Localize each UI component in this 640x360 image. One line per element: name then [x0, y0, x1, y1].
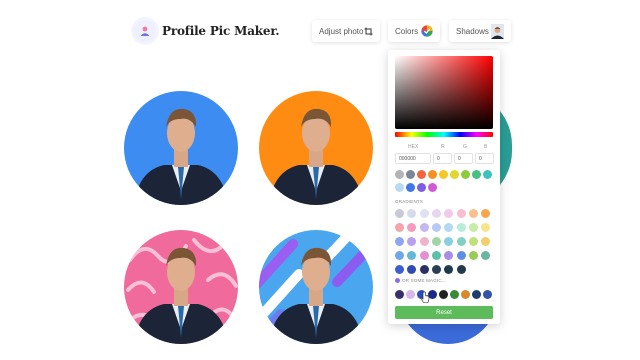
shadows-label: Shadows — [456, 26, 489, 36]
pointer-hand-icon — [420, 291, 430, 309]
color-swatch[interactable] — [450, 170, 459, 179]
gradient-swatch[interactable] — [431, 209, 441, 218]
gradient-swatch[interactable] — [481, 223, 491, 232]
gradient-swatch[interactable] — [419, 251, 429, 260]
magic-swatch[interactable] — [439, 290, 448, 299]
shadows-button[interactable]: Shadows — [449, 20, 511, 42]
person-photo — [134, 108, 228, 205]
magic-swatch[interactable] — [395, 290, 404, 299]
gradient-swatch[interactable] — [419, 237, 429, 246]
r-header: R — [441, 144, 445, 150]
gradient-swatch[interactable] — [444, 265, 454, 274]
color-swatch[interactable] — [417, 183, 426, 192]
portrait-blue-background[interactable] — [124, 91, 238, 205]
magic-label: OR SOME MAGIC... — [402, 278, 447, 283]
gradient-swatch[interactable] — [456, 265, 466, 274]
gradient-swatch[interactable] — [395, 237, 404, 246]
colors-button[interactable]: Colors — [388, 20, 440, 42]
reset-button[interactable]: Reset — [395, 306, 493, 319]
gradient-swatch[interactable] — [456, 237, 466, 246]
color-swatch[interactable] — [428, 183, 437, 192]
gradient-swatch[interactable] — [468, 251, 478, 260]
gradient-swatch[interactable] — [468, 209, 478, 218]
gradient-swatch[interactable] — [456, 209, 466, 218]
adjust-photo-label: Adjust photo — [319, 26, 364, 36]
app-page: Profile Pic Maker. Adjust photo Colors S… — [0, 0, 640, 360]
gradients-label: GRADIENTS — [395, 199, 424, 204]
b-input[interactable]: 0 — [475, 153, 494, 164]
hex-header: HEX — [408, 144, 419, 150]
color-swatch[interactable] — [483, 170, 492, 179]
magic-swatch[interactable] — [461, 290, 470, 299]
color-swatch[interactable] — [461, 170, 470, 179]
crop-icon — [364, 27, 373, 36]
gradient-swatch[interactable] — [395, 223, 404, 232]
gradient-swatch[interactable] — [444, 209, 454, 218]
color-swatch[interactable] — [395, 183, 404, 192]
gradient-swatch[interactable] — [481, 251, 491, 260]
portrait-pink-pattern-background[interactable] — [124, 230, 238, 344]
gradient-swatch[interactable] — [468, 223, 478, 232]
gradient-swatch[interactable] — [456, 251, 466, 260]
magic-section: OR SOME MAGIC... — [395, 278, 446, 283]
color-swatch[interactable] — [428, 170, 437, 179]
gradient-swatch[interactable] — [407, 251, 417, 260]
magic-swatch[interactable] — [450, 290, 459, 299]
gradient-swatch[interactable] — [444, 251, 454, 260]
magic-swatch[interactable] — [406, 290, 415, 299]
color-swatch[interactable] — [417, 170, 426, 179]
portrait-orange-background[interactable] — [259, 91, 373, 205]
adjust-photo-button[interactable]: Adjust photo — [312, 20, 380, 42]
color-wheel-icon — [421, 25, 433, 37]
colors-label: Colors — [395, 26, 419, 36]
gradient-swatch[interactable] — [419, 223, 429, 232]
person-photo — [259, 230, 373, 344]
magic-swatch[interactable] — [472, 290, 481, 299]
g-header: G — [463, 144, 467, 150]
color-swatch[interactable] — [472, 170, 481, 179]
avatar-logo-icon — [134, 20, 156, 42]
gradient-swatch[interactable] — [395, 265, 404, 274]
magic-swatch[interactable] — [483, 290, 492, 299]
color-swatch[interactable] — [395, 170, 404, 179]
gradient-swatch[interactable] — [407, 209, 417, 218]
brand-title: Profile Pic Maker. — [162, 24, 280, 38]
person-photo — [126, 238, 238, 344]
gradient-swatch[interactable] — [395, 209, 404, 218]
gradient-swatch[interactable] — [431, 265, 441, 274]
hue-slider[interactable] — [395, 132, 493, 137]
hex-input[interactable]: 000000 — [395, 153, 431, 164]
gradient-swatch[interactable] — [444, 237, 454, 246]
gradient-swatch[interactable] — [431, 237, 441, 246]
color-swatch[interactable] — [406, 183, 415, 192]
gradient-swatch[interactable] — [456, 223, 466, 232]
b-header: B — [484, 144, 488, 150]
color-swatch[interactable] — [406, 170, 415, 179]
saturation-value-area[interactable] — [395, 56, 493, 129]
shadow-preview-thumbnail — [491, 23, 504, 39]
gradient-swatch[interactable] — [444, 223, 454, 232]
gradient-swatch[interactable] — [481, 237, 491, 246]
magic-icon — [395, 278, 400, 283]
color-swatch[interactable] — [439, 170, 448, 179]
gradient-swatch[interactable] — [419, 209, 429, 218]
r-input[interactable]: 0 — [433, 153, 452, 164]
gradient-swatch[interactable] — [395, 251, 404, 260]
g-input[interactable]: 0 — [454, 153, 473, 164]
gradient-swatch[interactable] — [407, 237, 417, 246]
gradient-swatch[interactable] — [407, 265, 417, 274]
gradient-swatch[interactable] — [431, 251, 441, 260]
gradient-swatch[interactable] — [481, 209, 491, 218]
portrait-gradient-stripes-background[interactable] — [259, 230, 373, 344]
brand-logo[interactable]: Profile Pic Maker. — [134, 20, 280, 42]
gradient-swatch[interactable] — [468, 237, 478, 246]
color-picker-panel: HEX R G B 000000 0 0 0 GRADIENTS OR SOME… — [388, 50, 500, 324]
gradient-swatch[interactable] — [419, 265, 429, 274]
gradient-swatch[interactable] — [431, 223, 441, 232]
gradient-swatch[interactable] — [407, 223, 417, 232]
person-photo — [269, 108, 363, 205]
